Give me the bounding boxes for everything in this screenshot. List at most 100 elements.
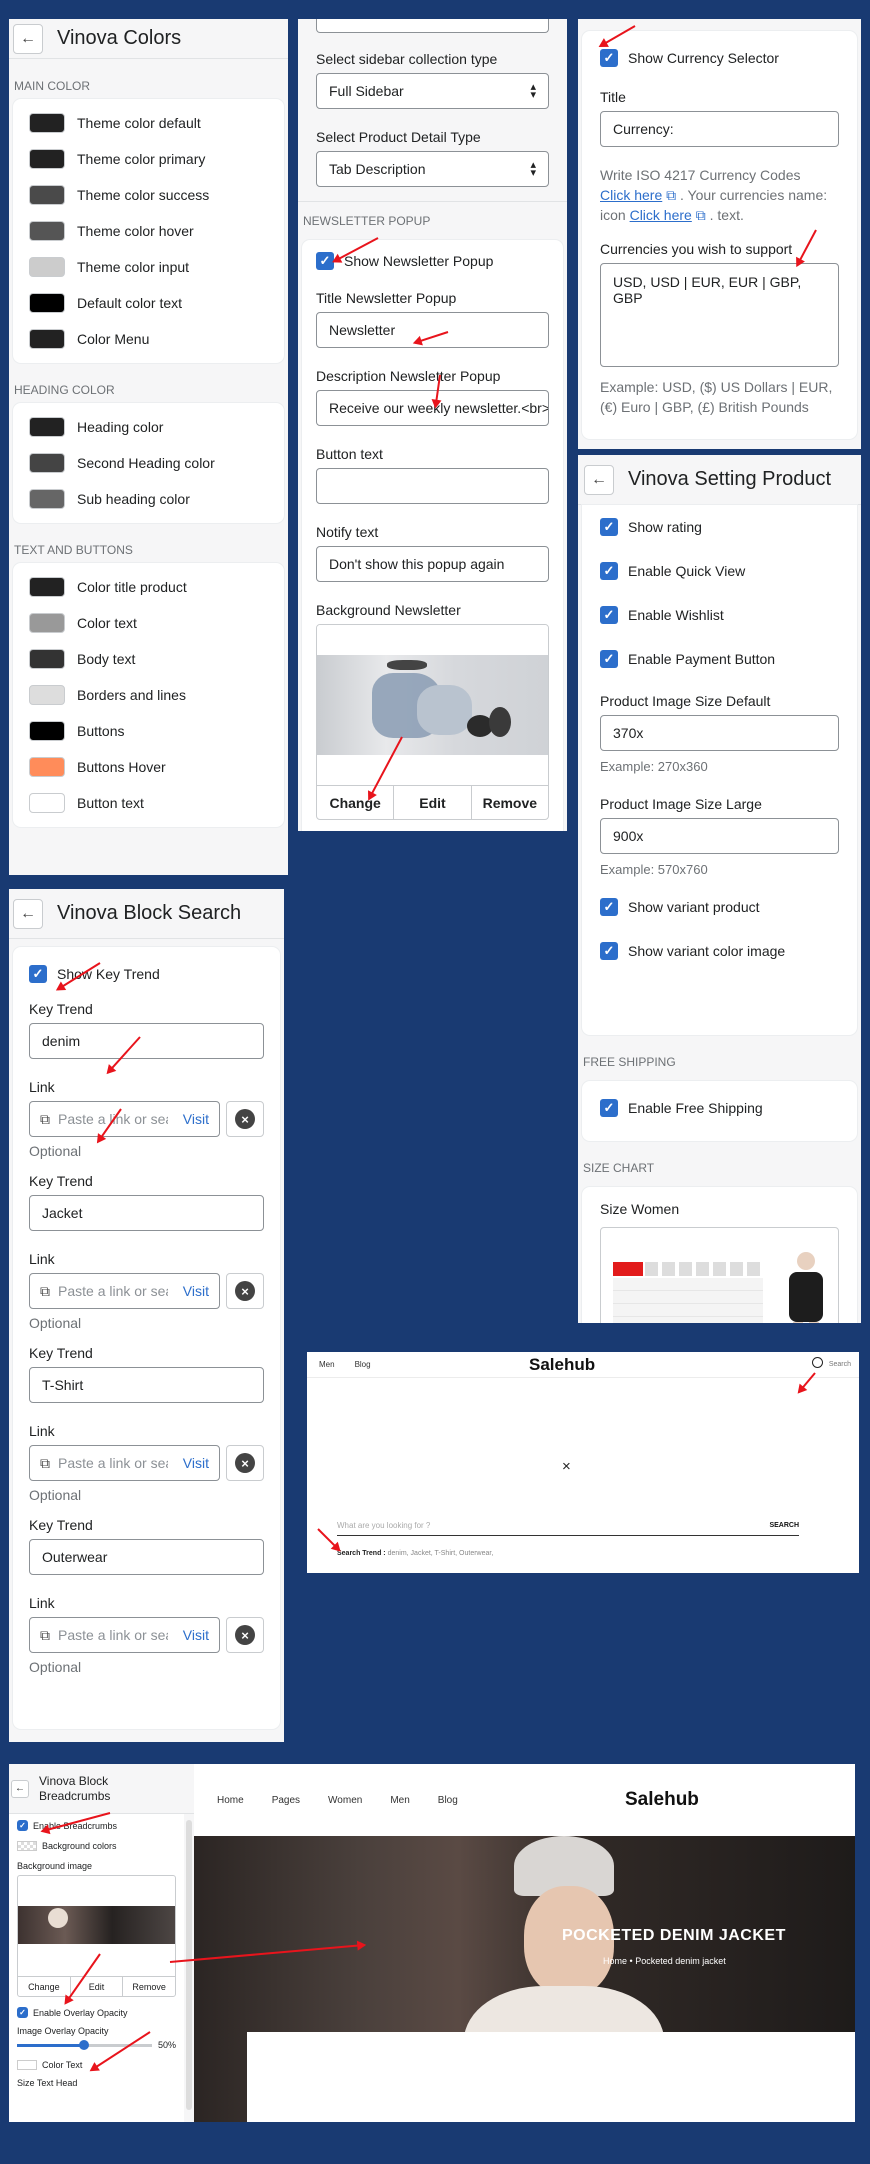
nav-men[interactable]: Men <box>319 1360 335 1369</box>
visit-link[interactable]: Visit <box>183 1283 209 1299</box>
search-trend-values[interactable]: denim, Jacket, T-Shirt, Outerwear, <box>388 1550 494 1557</box>
remove-image-button[interactable]: Remove <box>472 786 548 819</box>
currencies-support-textarea[interactable]: USD, USD | EUR, EUR | GBP, GBP <box>600 263 839 367</box>
color-swatch[interactable] <box>29 685 65 705</box>
link-input[interactable]: ⧉Paste a link or searchVisit <box>29 1445 220 1481</box>
product-checkbox[interactable]: ✓ Enable Wishlist <box>600 593 839 637</box>
color-setting-row[interactable]: Body text <box>13 641 284 677</box>
back-button[interactable]: ← <box>11 1779 29 1798</box>
color-swatch[interactable] <box>29 613 65 633</box>
color-swatch[interactable] <box>29 793 65 813</box>
color-setting-row[interactable]: Default color text <box>13 285 284 321</box>
opacity-slider[interactable]: 50% <box>17 2039 176 2050</box>
back-button[interactable]: ← <box>584 464 614 495</box>
product-checkbox[interactable]: ✓ Show rating <box>600 505 839 549</box>
search-label[interactable]: Search <box>829 1361 851 1368</box>
back-button[interactable]: ← <box>13 898 43 929</box>
click-here-link-1[interactable]: Click here <box>600 187 662 203</box>
button-text-input[interactable] <box>316 468 549 504</box>
key-trend-input[interactable]: Jacket <box>29 1195 264 1231</box>
color-swatch[interactable] <box>29 257 65 277</box>
size-default-input[interactable]: 370x <box>600 715 839 751</box>
clear-link-button[interactable]: × <box>226 1617 264 1653</box>
color-setting-row[interactable]: Theme color success <box>13 177 284 213</box>
site-logo[interactable]: Salehub <box>625 1789 699 1811</box>
overlay-checkbox[interactable]: ✓ Enable Overlay Opacity <box>17 2007 176 2018</box>
show-newsletter-checkbox[interactable]: ✓ Show Newsletter Popup <box>316 252 549 270</box>
key-trend-input[interactable]: denim <box>29 1023 264 1059</box>
color-setting-row[interactable]: Buttons Hover <box>13 749 284 785</box>
color-setting-row[interactable]: Theme color primary <box>13 141 284 177</box>
size-large-input[interactable]: 900x <box>600 818 839 854</box>
color-setting-row[interactable]: Theme color default <box>13 105 284 141</box>
show-currency-checkbox[interactable]: ✓ Show Currency Selector <box>600 49 839 67</box>
nav-pages[interactable]: Pages <box>272 1795 300 1806</box>
click-here-link-2[interactable]: Click here <box>630 207 692 223</box>
top-cut-input[interactable] <box>316 19 549 33</box>
clear-link-button[interactable]: × <box>226 1101 264 1137</box>
color-swatch[interactable] <box>29 649 65 669</box>
color-setting-row[interactable]: Color Menu <box>13 321 284 357</box>
link-input[interactable]: ⧉Paste a link or searchVisit <box>29 1101 220 1137</box>
nav-blog[interactable]: Blog <box>438 1795 458 1806</box>
color-swatch[interactable] <box>29 221 65 241</box>
edit-image-button[interactable]: Edit <box>71 1977 124 1996</box>
product-checkbox[interactable]: ✓ Show variant color image <box>600 929 839 973</box>
scrollbar[interactable] <box>186 1820 192 2110</box>
link-input[interactable]: ⧉Paste a link or searchVisit <box>29 1617 220 1653</box>
color-setting-row[interactable]: Color text <box>13 605 284 641</box>
search-field[interactable]: What are you looking for ? SEARCH <box>337 1516 799 1536</box>
color-setting-row[interactable]: Theme color hover <box>13 213 284 249</box>
change-image-button[interactable]: Change <box>18 1977 71 1996</box>
color-swatch[interactable] <box>29 417 65 437</box>
show-key-trend-checkbox[interactable]: ✓ Show Key Trend <box>29 965 264 983</box>
key-trend-input[interactable]: T-Shirt <box>29 1367 264 1403</box>
crumb-home[interactable]: Home <box>603 1956 627 1966</box>
free-shipping-checkbox[interactable]: ✓ Enable Free Shipping <box>600 1099 839 1117</box>
close-icon[interactable]: × <box>562 1458 571 1475</box>
visit-link[interactable]: Visit <box>183 1455 209 1471</box>
color-swatch[interactable] <box>29 293 65 313</box>
color-swatch[interactable] <box>29 329 65 349</box>
product-checkbox[interactable]: ✓ Show variant product <box>600 885 839 929</box>
clear-link-button[interactable]: × <box>226 1445 264 1481</box>
color-swatch[interactable] <box>29 113 65 133</box>
search-submit[interactable]: SEARCH <box>769 1522 799 1529</box>
slider-knob[interactable] <box>79 2039 90 2050</box>
nav-women[interactable]: Women <box>328 1795 362 1806</box>
site-logo[interactable]: Salehub <box>529 1355 595 1375</box>
color-setting-row[interactable]: Color title product <box>13 569 284 605</box>
notify-text-input[interactable]: Don't show this popup again <box>316 546 549 582</box>
product-checkbox[interactable]: ✓ Enable Payment Button <box>600 637 839 681</box>
nav-men[interactable]: Men <box>390 1795 409 1806</box>
color-setting-row[interactable]: Button text <box>13 785 284 821</box>
back-button[interactable]: ← <box>13 23 43 54</box>
detail-type-select[interactable]: Tab Description ▴ ▾ <box>316 151 549 187</box>
remove-image-button[interactable]: Remove <box>123 1977 175 1996</box>
color-setting-row[interactable]: Sub heading color <box>13 481 284 517</box>
search-icon[interactable] <box>812 1357 823 1368</box>
bg-colors-row[interactable]: Background colors <box>17 1841 176 1851</box>
color-setting-row[interactable]: Theme color input <box>13 249 284 285</box>
title-newsletter-input[interactable]: Newsletter <box>316 312 549 348</box>
color-swatch[interactable] <box>29 489 65 509</box>
change-image-button[interactable]: Change <box>317 786 395 819</box>
nav-blog[interactable]: Blog <box>355 1360 371 1369</box>
currency-title-input[interactable]: Currency: <box>600 111 839 147</box>
key-trend-input[interactable]: Outerwear <box>29 1539 264 1575</box>
edit-image-button[interactable]: Edit <box>394 786 472 819</box>
color-swatch[interactable] <box>29 453 65 473</box>
color-swatch[interactable] <box>29 757 65 777</box>
nav-home[interactable]: Home <box>217 1795 244 1806</box>
product-checkbox[interactable]: ✓ Enable Quick View <box>600 549 839 593</box>
color-swatch[interactable] <box>29 149 65 169</box>
color-setting-row[interactable]: Second Heading color <box>13 445 284 481</box>
color-setting-row[interactable]: Heading color <box>13 409 284 445</box>
collection-type-select[interactable]: Full Sidebar ▴ ▾ <box>316 73 549 109</box>
color-swatch[interactable] <box>29 577 65 597</box>
color-swatch[interactable] <box>29 185 65 205</box>
color-setting-row[interactable]: Buttons <box>13 713 284 749</box>
visit-link[interactable]: Visit <box>183 1627 209 1643</box>
link-input[interactable]: ⧉Paste a link or searchVisit <box>29 1273 220 1309</box>
visit-link[interactable]: Visit <box>183 1111 209 1127</box>
